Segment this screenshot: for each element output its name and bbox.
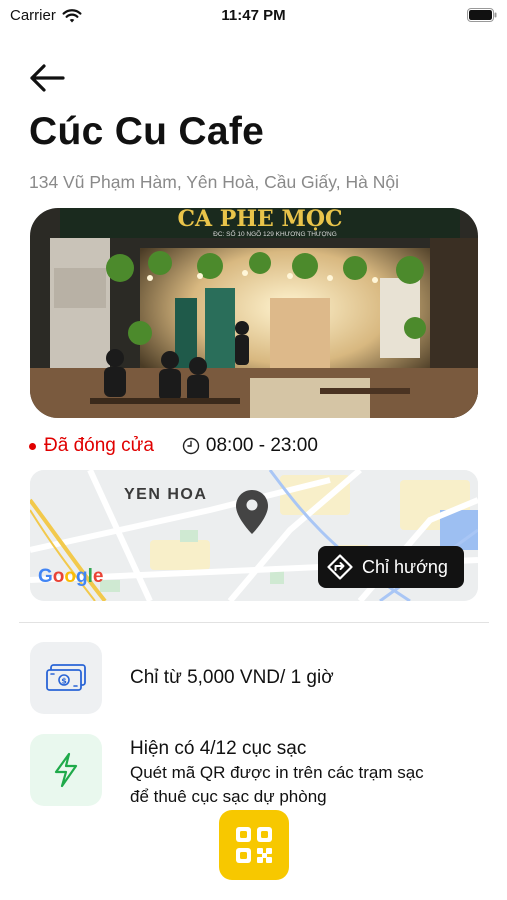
google-logo-letter: o — [64, 566, 76, 587]
status-bar: Carrier 11:47 PM — [0, 0, 507, 32]
map-area-label: YEN HOA — [124, 486, 208, 503]
charger-tile — [30, 734, 102, 806]
directions-button[interactable]: Chỉ hướng — [318, 546, 464, 588]
cafe-sign-text: CÀ PHÊ MỘC — [177, 208, 342, 232]
charger-description-line1: Quét mã QR được in trên các trạm sạc — [130, 763, 424, 782]
page-title: Cúc Cu Cafe — [29, 110, 265, 153]
charger-text-block: Hiện có 4/12 cục sạc Quét mã QR được in … — [130, 738, 424, 808]
google-logo-letter: G — [38, 566, 53, 587]
place-address: 134 Vũ Phạm Hàm, Yên Hoà, Cầu Giấy, Hà N… — [29, 172, 399, 192]
bolt-icon — [54, 752, 78, 788]
directions-icon — [327, 554, 353, 580]
google-logo-letter: g — [76, 566, 88, 587]
qr-code-icon — [236, 827, 272, 863]
google-logo-letter: e — [92, 566, 104, 587]
back-button[interactable] — [28, 60, 68, 96]
charger-info-row: Hiện có 4/12 cục sạc Quét mã QR được in … — [30, 734, 424, 808]
section-divider — [19, 622, 489, 623]
closed-status: Đã đóng cửa — [44, 435, 154, 456]
charger-description-line2: để thuê cục sạc dự phòng — [130, 787, 327, 806]
map-pin-icon — [236, 490, 268, 534]
charger-availability: Hiện có 4/12 cục sạc — [130, 738, 307, 759]
clock-icon — [182, 437, 200, 455]
money-icon: $ — [46, 664, 86, 691]
opening-status-row: Đã đóng cửa 08:00 - 23:00 — [29, 432, 318, 460]
cafe-photo: CÀ PHÊ MỘC ĐC: SỐ 10 NGÕ 129 KHƯƠNG THƯỢ… — [30, 208, 478, 418]
status-time: 11:47 PM — [221, 7, 286, 24]
price-text: Chỉ từ 5,000 VND/ 1 giờ — [130, 667, 334, 688]
price-tile: $ — [30, 642, 102, 714]
google-logo: Google — [38, 566, 103, 588]
google-logo-letter: o — [52, 566, 65, 587]
battery-icon — [467, 8, 497, 22]
location-map[interactable]: YEN HOA Google Chỉ hướng — [30, 470, 478, 601]
directions-label: Chỉ hướng — [362, 556, 448, 577]
arrow-left-icon — [30, 64, 65, 92]
price-info-row: $ Chỉ từ 5,000 VND/ 1 giờ — [30, 642, 334, 714]
scan-qr-button[interactable] — [219, 810, 289, 880]
svg-text:$: $ — [61, 677, 67, 686]
closed-dot — [29, 442, 36, 450]
opening-hours: 08:00 - 23:00 — [205, 435, 318, 456]
